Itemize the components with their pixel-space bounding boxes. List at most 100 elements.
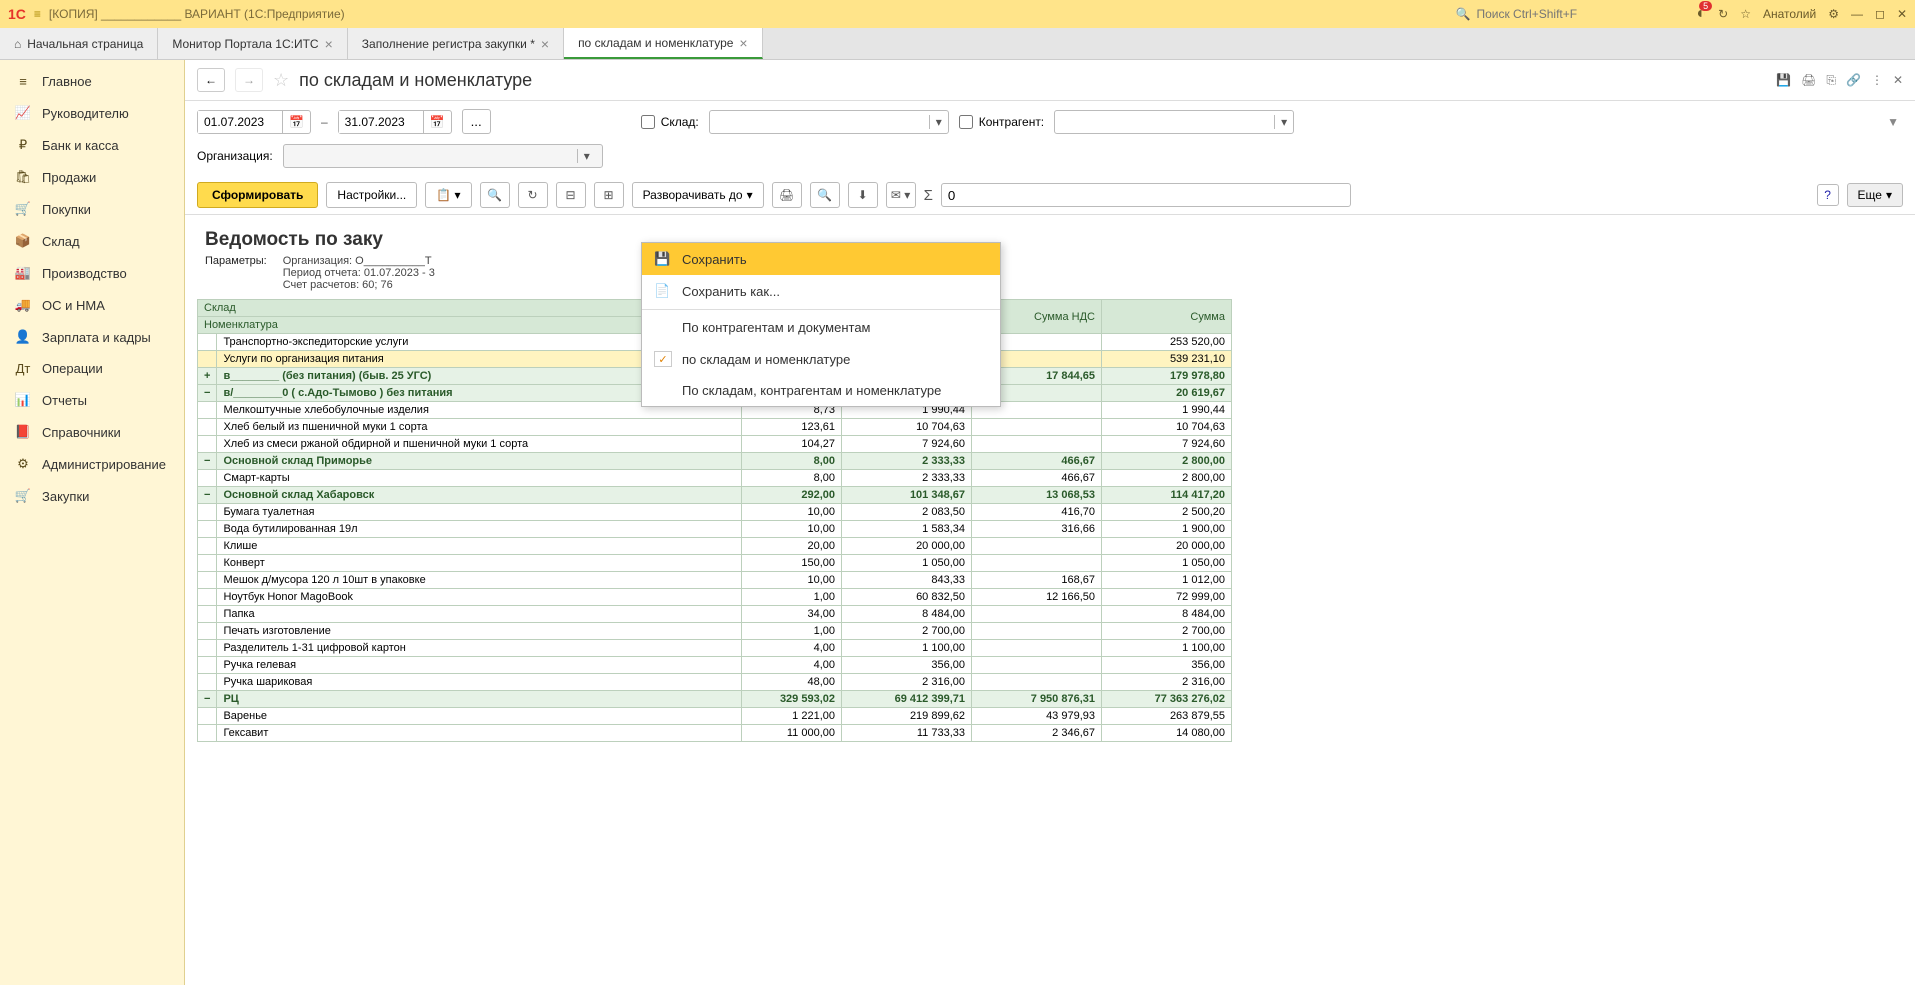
table-row[interactable]: −РЦ329 593,0269 412 399,717 950 876,3177… — [198, 691, 1232, 708]
global-search[interactable]: 🔍 — [1456, 7, 1677, 21]
expand-to-button[interactable]: Разворачивать до ▾ — [632, 182, 764, 208]
table-row[interactable]: Бумага туалетная10,002 083,50416,702 500… — [198, 504, 1232, 521]
form-button[interactable]: Сформировать — [197, 182, 318, 208]
date-from-input[interactable] — [198, 111, 282, 133]
refresh-button[interactable]: ↻ — [518, 182, 548, 208]
sidebar-item[interactable]: 📊Отчеты — [0, 384, 184, 416]
sidebar-item[interactable]: ДтОперации — [0, 353, 184, 384]
table-row[interactable]: Мешок д/мусора 120 л 10шт в упаковке10,0… — [198, 572, 1232, 589]
variants-button[interactable]: 📋 ▾ — [425, 182, 471, 208]
settings-icon[interactable]: ⚙ — [1828, 7, 1839, 21]
save-file-button[interactable]: ⬇ — [848, 182, 878, 208]
star-icon[interactable]: ☆ — [1740, 7, 1751, 21]
kontragent-select[interactable]: ▾ — [1054, 110, 1294, 134]
tab[interactable]: Монитор Портала 1С:ИТС× — [158, 28, 347, 59]
sidebar-item[interactable]: 📦Склад — [0, 225, 184, 257]
more-button[interactable]: Еще ▾ — [1847, 183, 1903, 207]
collapse-button[interactable]: ⊟ — [556, 182, 586, 208]
kontragent-checkbox[interactable] — [959, 115, 973, 129]
sidebar-item[interactable]: 👤Зарплата и кадры — [0, 321, 184, 353]
search-report-button[interactable]: 🔍 — [480, 182, 510, 208]
expand-toggle[interactable]: − — [198, 385, 217, 402]
save-icon[interactable]: 💾 — [1776, 73, 1791, 87]
sum-field[interactable] — [941, 183, 1351, 207]
bell-icon[interactable]: ◐ — [1696, 5, 1706, 23]
expand-toggle[interactable]: − — [198, 453, 217, 470]
nav-back-button[interactable]: ← — [197, 68, 225, 92]
user-name[interactable]: Анатолий — [1763, 7, 1816, 21]
kebab-icon[interactable]: ⋮ — [1871, 73, 1883, 87]
history-icon[interactable]: ↻ — [1718, 7, 1728, 21]
table-row[interactable]: Хлеб из смеси ржаной обдирной и пшенично… — [198, 436, 1232, 453]
dropdown-opt1[interactable]: По контрагентам и документам — [642, 312, 1000, 343]
table-row[interactable]: Ноутбук Honor MagoBook1,0060 832,5012 16… — [198, 589, 1232, 606]
expand-toggle[interactable]: − — [198, 487, 217, 504]
close-icon[interactable]: × — [541, 36, 549, 52]
dropdown-opt3[interactable]: По складам, контрагентам и номенклатуре — [642, 375, 1000, 406]
maximize-icon[interactable]: ◻ — [1875, 7, 1885, 21]
sidebar-item[interactable]: 📕Справочники — [0, 416, 184, 448]
print-button[interactable]: 🖨 — [772, 182, 802, 208]
menu-icon[interactable]: ≡ — [34, 7, 41, 21]
dropdown-save-as[interactable]: 📄 Сохранить как... — [642, 275, 1000, 307]
sidebar-item[interactable]: 🚚ОС и НМА — [0, 289, 184, 321]
table-row[interactable]: Вода бутилированная 19л10,001 583,34316,… — [198, 521, 1232, 538]
preview-button[interactable]: 🔍 — [810, 182, 840, 208]
dropdown-opt2[interactable]: ✓ по складам и номенклатуре — [642, 343, 1000, 375]
date-to-input[interactable] — [339, 111, 423, 133]
expand-button[interactable]: ⊞ — [594, 182, 624, 208]
close-icon[interactable]: ✕ — [1897, 7, 1907, 21]
funnel-icon[interactable]: ▼ — [1887, 115, 1899, 129]
link-icon[interactable]: 🔗 — [1846, 73, 1861, 87]
date-to[interactable]: 📅 — [338, 110, 452, 134]
close-icon[interactable]: × — [325, 36, 333, 52]
org-select[interactable]: ▾ — [283, 144, 603, 168]
table-row[interactable]: Смарт-карты8,002 333,33466,672 800,00 — [198, 470, 1232, 487]
dropdown-save[interactable]: 💾 Сохранить — [642, 243, 1000, 275]
sidebar-item[interactable]: 📈Руководителю — [0, 97, 184, 129]
close-content-icon[interactable]: ✕ — [1893, 73, 1903, 87]
tab[interactable]: ⌂Начальная страница — [0, 28, 158, 59]
email-button[interactable]: ✉ ▾ — [886, 182, 916, 208]
tab[interactable]: Заполнение регистра закупки *× — [348, 28, 564, 59]
sidebar-item[interactable]: 🏭Производство — [0, 257, 184, 289]
table-row[interactable]: Печать изготовление1,002 700,002 700,00 — [198, 623, 1232, 640]
calendar-icon[interactable]: 📅 — [423, 111, 451, 133]
table-row[interactable]: −Основной склад Хабаровск292,00101 348,6… — [198, 487, 1232, 504]
export-icon[interactable]: ⎘ — [1826, 73, 1836, 88]
sidebar-item[interactable]: ⚙Администрирование — [0, 448, 184, 480]
table-row[interactable]: Хлеб белый из пшеничной муки 1 сорта123,… — [198, 419, 1232, 436]
expand-toggle[interactable]: + — [198, 368, 217, 385]
print-icon[interactable]: 🖨 — [1801, 73, 1816, 87]
table-row[interactable]: Клише20,0020 000,0020 000,00 — [198, 538, 1232, 555]
table-row[interactable]: Конверт150,001 050,001 050,00 — [198, 555, 1232, 572]
sklad-checkbox[interactable] — [641, 115, 655, 129]
sidebar-item[interactable]: 🛒Закупки — [0, 480, 184, 512]
close-icon[interactable]: × — [739, 35, 747, 51]
table-row[interactable]: Ручка гелевая4,00356,00356,00 — [198, 657, 1232, 674]
kontragent-filter[interactable]: Контрагент: — [959, 115, 1044, 129]
search-input[interactable] — [1476, 7, 1676, 21]
table-row[interactable]: Разделитель 1-31 цифровой картон4,001 10… — [198, 640, 1232, 657]
table-row[interactable]: Папка34,008 484,008 484,00 — [198, 606, 1232, 623]
table-row[interactable]: −Основной склад Приморье8,002 333,33466,… — [198, 453, 1232, 470]
minimize-icon[interactable]: — — [1851, 7, 1863, 21]
sidebar-item[interactable]: ₽Банк и касса — [0, 129, 184, 161]
sklad-filter[interactable]: Склад: — [641, 115, 699, 129]
favorite-icon[interactable]: ☆ — [273, 70, 289, 91]
sidebar-item[interactable]: 🛒Покупки — [0, 193, 184, 225]
sklad-select[interactable]: ▾ — [709, 110, 949, 134]
expand-toggle[interactable]: − — [198, 691, 217, 708]
sidebar-item[interactable]: 🛍Продажи — [0, 161, 184, 193]
settings-button[interactable]: Настройки... — [326, 182, 417, 208]
calendar-icon[interactable]: 📅 — [282, 111, 310, 133]
help-button[interactable]: ? — [1817, 184, 1839, 206]
date-from[interactable]: 📅 — [197, 110, 311, 134]
nav-forward-button[interactable]: → — [235, 68, 263, 92]
table-row[interactable]: Ручка шариковая48,002 316,002 316,00 — [198, 674, 1232, 691]
tab[interactable]: по складам и номенклатуре× — [564, 28, 763, 59]
table-row[interactable]: Варенье1 221,00219 899,6243 979,93263 87… — [198, 708, 1232, 725]
period-dialog-button[interactable]: ... — [462, 109, 491, 134]
table-row[interactable]: Гексавит11 000,0011 733,332 346,6714 080… — [198, 725, 1232, 742]
sidebar-item[interactable]: ≡Главное — [0, 66, 184, 97]
